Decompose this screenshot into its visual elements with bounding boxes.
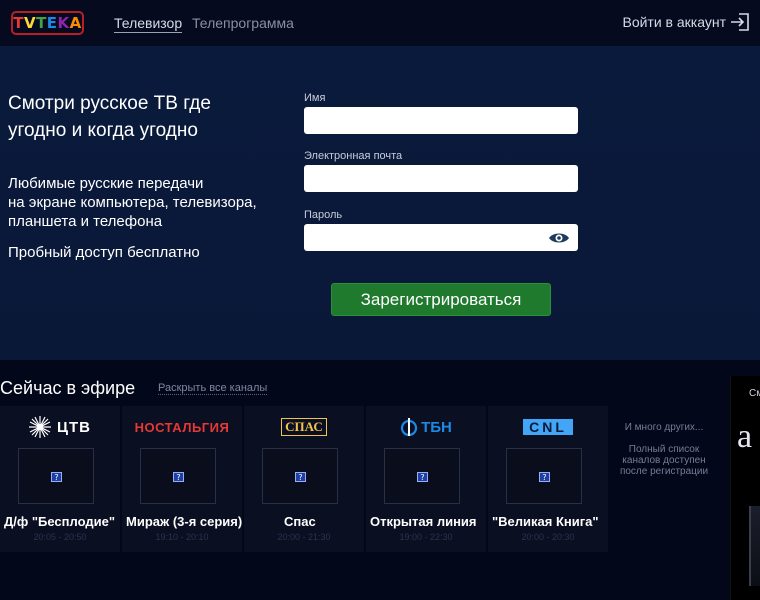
channel-logo-text: НОСТАЛЬГИЯ xyxy=(134,419,230,435)
channel-time: 19:10 - 20:10 xyxy=(155,532,209,542)
header: TVTEKA Телевизор Телепрограмма Войти в а… xyxy=(0,0,760,46)
tbn-logo-icon xyxy=(401,418,418,437)
live-section: Сейчас в эфире Раскрыть все каналы ЦТВ ?… xyxy=(0,360,760,600)
channel-time: 20:00 - 20:30 xyxy=(521,532,575,542)
channel-time: 20:00 - 21:30 xyxy=(277,532,331,542)
channel-logo: ЦТВ xyxy=(0,414,120,440)
expand-channels-link[interactable]: Раскрыть все каналы xyxy=(158,382,268,395)
channel-logo: НОСТАЛЬГИЯ xyxy=(122,414,242,440)
logo-letter: T xyxy=(36,14,47,32)
live-title: Сейчас в эфире xyxy=(0,378,136,398)
logo-letter: A xyxy=(69,14,82,32)
show-password-icon[interactable] xyxy=(548,231,570,245)
logo-letter: E xyxy=(46,14,58,32)
channel-card[interactable]: CNL ? "Великая Книга" 20:00 - 20:30 xyxy=(488,406,608,552)
name-input[interactable] xyxy=(304,107,578,134)
channel-logo: ТБН xyxy=(366,414,486,440)
name-label: Имя xyxy=(304,92,326,104)
more-description: Полный список каналов доступен после рег… xyxy=(619,444,709,477)
channel-time: 19:00 - 22:30 xyxy=(399,532,453,542)
channel-logo-text: ЦТВ xyxy=(57,418,91,436)
promo-big-text: a xyxy=(737,418,753,455)
channel-show: "Великая Книга" xyxy=(492,514,599,529)
email-label: Электронная почта xyxy=(304,150,403,162)
password-label: Пароль xyxy=(304,209,343,221)
channel-thumbnail[interactable]: ? xyxy=(384,448,460,504)
channel-card[interactable]: НОСТАЛЬГИЯ ? Мираж (3-я серия) 19:10 - 2… xyxy=(122,406,242,552)
promo-text: См xyxy=(749,388,760,399)
more-channels: И много других... Полный список каналов … xyxy=(608,406,720,552)
channel-thumbnail[interactable]: ? xyxy=(18,448,94,504)
hero-description-line: на экране компьютера, телевизора, xyxy=(8,194,257,211)
login-label[interactable]: Войти в аккаунт xyxy=(622,14,726,30)
broken-image-icon: ? xyxy=(417,472,428,482)
logo-letter: T xyxy=(13,14,24,32)
login-icon[interactable] xyxy=(730,12,750,32)
tvteka-logo[interactable]: TVTEKA xyxy=(11,11,84,35)
register-button[interactable]: Зарегистрироваться xyxy=(331,283,551,316)
password-input[interactable] xyxy=(304,224,578,251)
channel-card[interactable]: СПАС ? Спас 20:00 - 21:30 xyxy=(244,406,364,552)
nav-tv[interactable]: Телевизор xyxy=(114,15,183,33)
channel-show: Мираж (3-я серия) xyxy=(126,514,242,529)
channel-show: Открытая линия xyxy=(370,514,477,529)
broken-image-icon: ? xyxy=(51,472,62,482)
trial-text: Пробный доступ бесплатно xyxy=(8,244,200,261)
starburst-icon xyxy=(29,416,52,438)
channel-thumbnail[interactable]: ? xyxy=(262,448,338,504)
channel-logo: СПАС xyxy=(244,414,364,440)
channel-logo-text: CNL xyxy=(523,419,573,435)
login-link[interactable]: Войти в аккаунт xyxy=(622,12,750,32)
channel-show: Спас xyxy=(284,514,316,529)
channel-time: 20:05 - 20:50 xyxy=(33,532,87,542)
channel-logo: CNL xyxy=(488,414,608,440)
hero-description-line: Любимые русские передачи xyxy=(8,175,204,192)
hero-description-line: планшета и телефона xyxy=(8,213,163,230)
email-input[interactable] xyxy=(304,165,578,192)
promo-screen-image xyxy=(749,506,760,586)
nav-program-guide[interactable]: Телепрограмма xyxy=(192,15,294,31)
channel-logo-text: ТБН xyxy=(421,418,452,436)
promo-banner[interactable]: См a xyxy=(730,376,760,600)
channel-logo-text: СПАС xyxy=(281,418,327,436)
channel-thumbnail[interactable]: ? xyxy=(140,448,216,504)
channel-thumbnail[interactable]: ? xyxy=(506,448,582,504)
channel-card[interactable]: ЦТВ ? Д/ф "Бесплодие" 20:05 - 20:50 xyxy=(0,406,120,552)
broken-image-icon: ? xyxy=(539,472,550,482)
broken-image-icon: ? xyxy=(295,472,306,482)
broken-image-icon: ? xyxy=(173,472,184,482)
channel-show: Д/ф "Бесплодие" xyxy=(4,514,116,529)
logo-letter: K xyxy=(57,14,70,32)
hero-description: Любимые русские передачи на экране компь… xyxy=(8,174,288,231)
hero-section: Смотри русское ТВ где угодно и когда уго… xyxy=(0,46,760,360)
logo-letter: V xyxy=(23,14,37,32)
more-title: И много других... xyxy=(624,422,704,433)
channel-card[interactable]: ТБН ? Открытая линия 19:00 - 22:30 xyxy=(366,406,486,552)
hero-title: Смотри русское ТВ где угодно и когда уго… xyxy=(8,93,211,141)
